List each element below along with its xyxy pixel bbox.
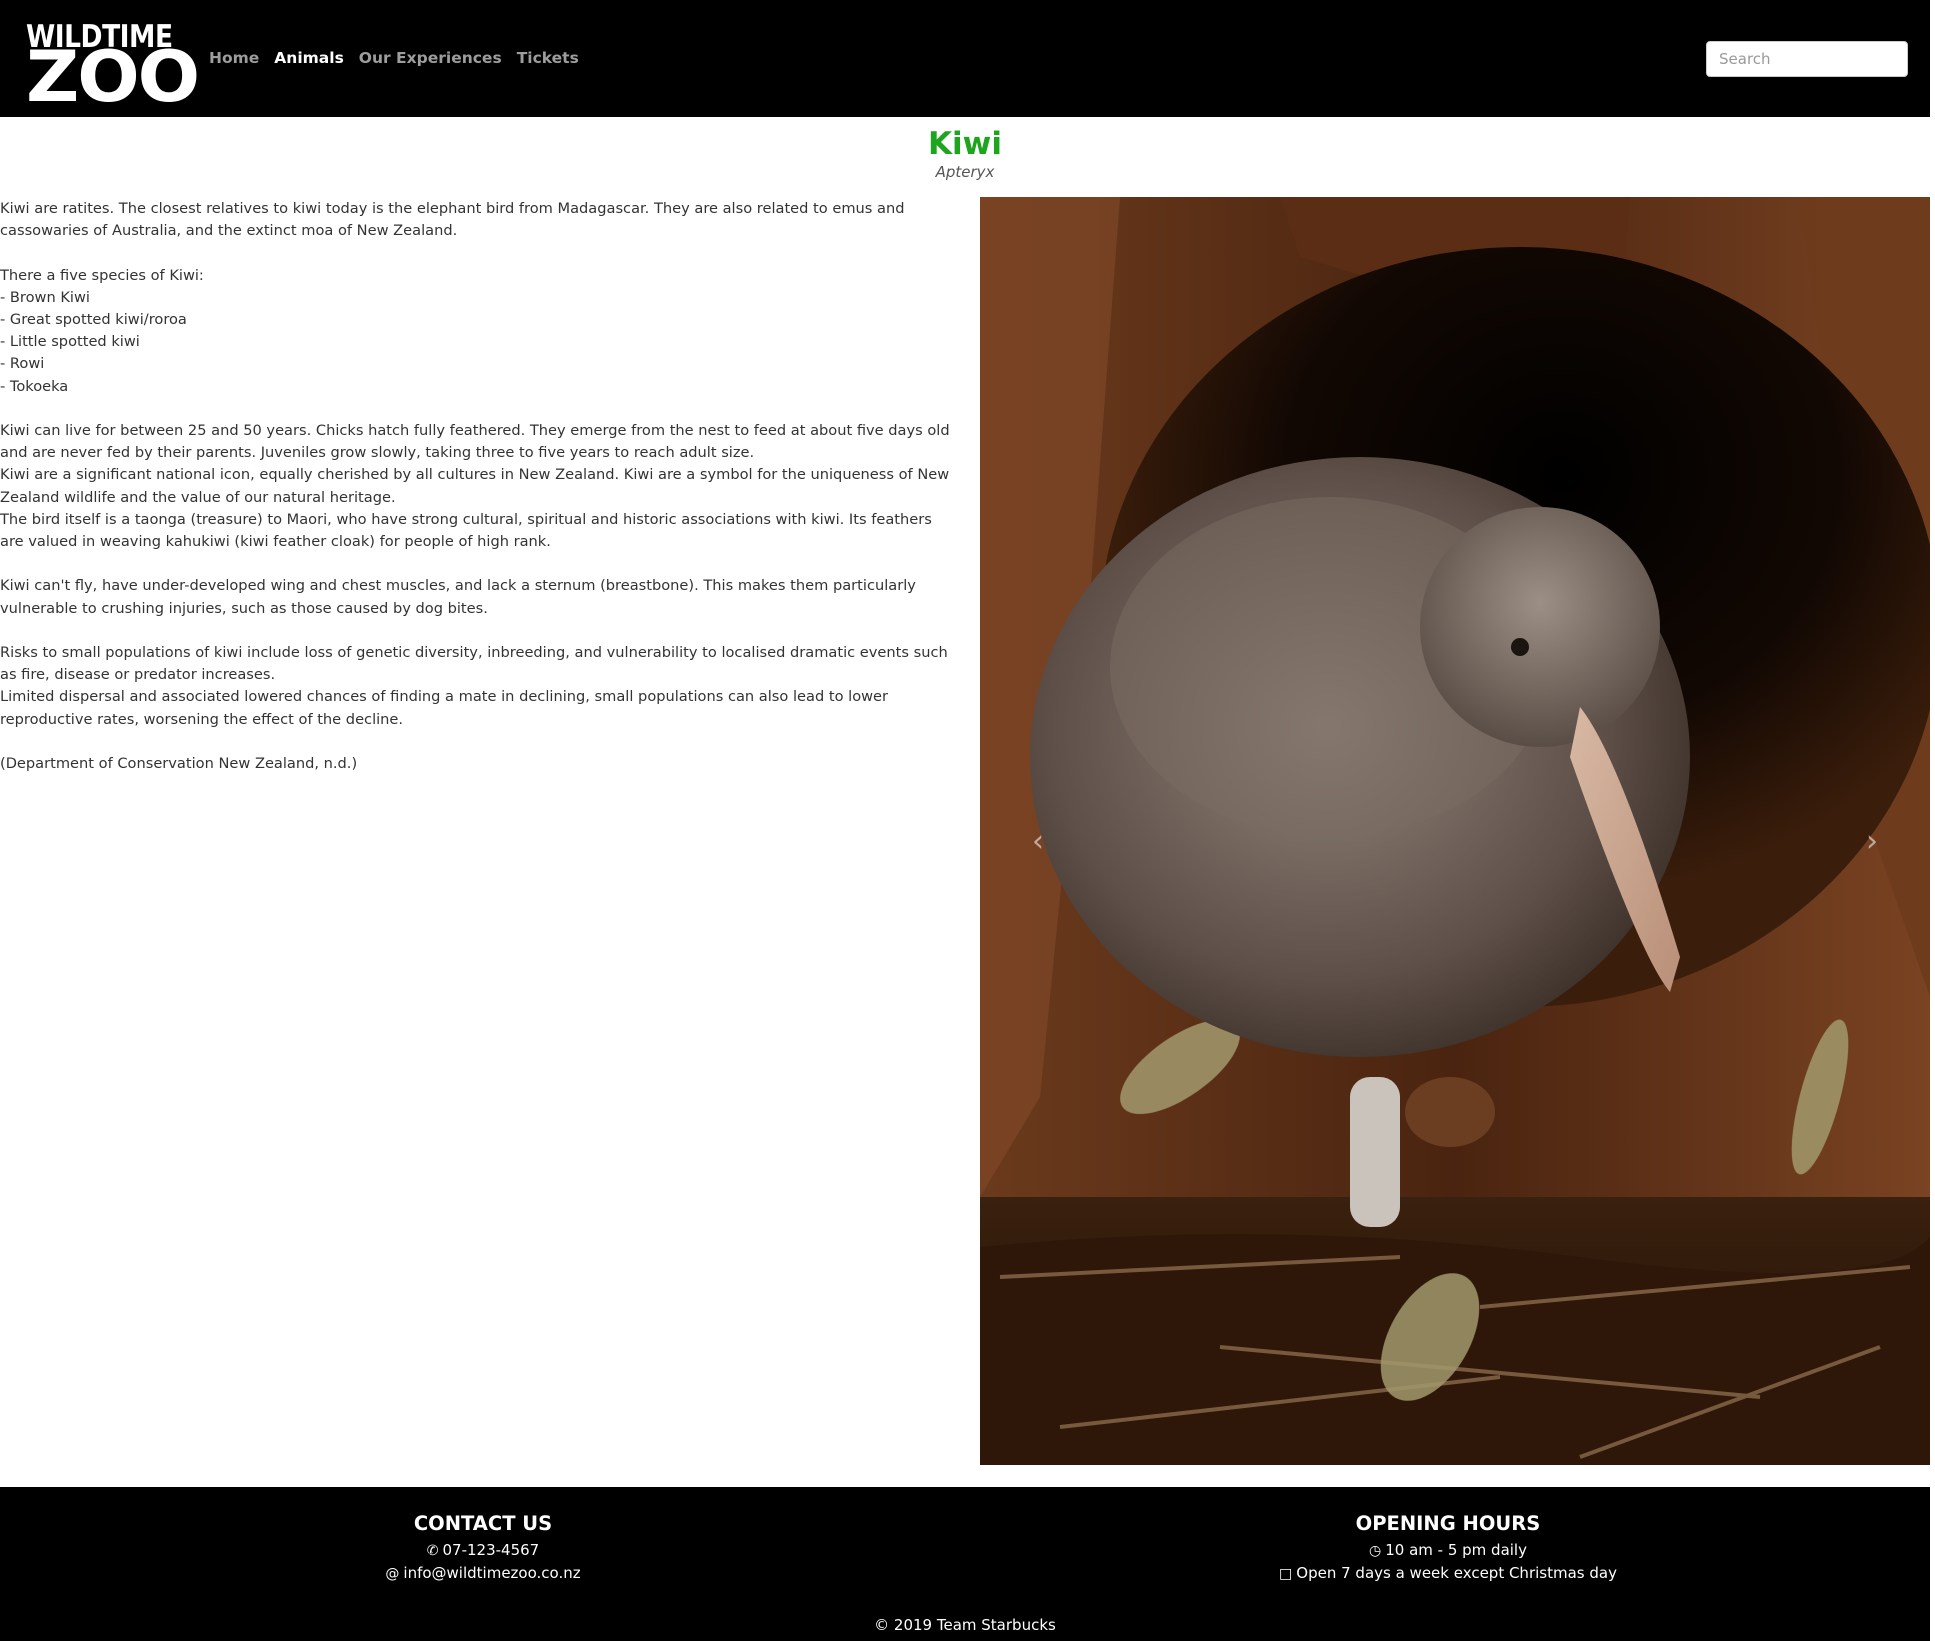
species-item: - Rowi bbox=[0, 355, 45, 373]
days-line: □ Open 7 days a week except Christmas day bbox=[1198, 1562, 1698, 1585]
phone-icon: ✆ bbox=[426, 1543, 439, 1559]
search-input[interactable] bbox=[1706, 41, 1908, 77]
animal-image-carousel[interactable]: ‹ › bbox=[980, 197, 1930, 1465]
navbar: WILDTIME ZOO Home Animals Our Experience… bbox=[0, 0, 1930, 117]
copyright: © 2019 Team Starbucks bbox=[874, 1616, 1056, 1634]
flight-paragraph: Kiwi can't fly, have under-developed win… bbox=[0, 577, 916, 617]
opening-hours-heading: OPENING HOURS bbox=[1355, 1512, 1541, 1535]
hours-text: 10 am - 5 pm daily bbox=[1385, 1541, 1527, 1559]
footer: CONTACT US ✆ 07-123-4567 @ info@wildtimezo… bbox=[0, 1487, 1930, 1641]
opening-hours-section: OPENING HOURS ◷ 10 am - 5 pm daily □ Open … bbox=[1198, 1509, 1698, 1585]
species-item: - Tokoeka bbox=[0, 377, 69, 395]
phone-number[interactable]: 07-123-4567 bbox=[443, 1541, 540, 1559]
species-item: - Brown Kiwi bbox=[0, 288, 90, 306]
main-nav: Home Animals Our Experiences Tickets bbox=[209, 49, 579, 67]
clock-icon: ◷ bbox=[1369, 1543, 1382, 1559]
at-icon: @ bbox=[385, 1566, 400, 1582]
species-item: - Little spotted kiwi bbox=[0, 333, 140, 351]
carousel-prev-button[interactable]: ‹ bbox=[1018, 817, 1058, 867]
intro-paragraph: Kiwi are ratites. The closest relatives … bbox=[0, 200, 905, 240]
life-paragraph: Kiwi can live for between 25 and 50 year… bbox=[0, 422, 950, 462]
species-item: - Great spotted kiwi/roroa bbox=[0, 311, 187, 328]
scientific-name: Apteryx bbox=[935, 163, 995, 181]
phone-line: ✆ 07-123-4567 bbox=[233, 1539, 733, 1562]
chevron-right-icon: › bbox=[1866, 824, 1878, 859]
nav-animals[interactable]: Animals bbox=[274, 49, 344, 67]
contact-section: CONTACT US ✆ 07-123-4567 @ info@wildtimezo… bbox=[233, 1509, 733, 1585]
animal-description: Kiwi are ratites. The closest relatives … bbox=[0, 198, 960, 775]
taonga-paragraph: The bird itself is a taonga (treasure) t… bbox=[0, 510, 932, 551]
dispersal-paragraph: Limited dispersal and associated lowered… bbox=[0, 688, 889, 728]
days-text: Open 7 days a week except Christmas day bbox=[1296, 1564, 1617, 1582]
icon-paragraph: Kiwi are a significant national icon, eq… bbox=[0, 466, 950, 506]
hours-line: ◷ 10 am - 5 pm daily bbox=[1198, 1539, 1698, 1562]
email-address[interactable]: info@wildtimezoo.co.nz bbox=[403, 1564, 580, 1582]
source-citation: (Department of Conservation New Zealand,… bbox=[0, 755, 358, 772]
email-line: @ info@wildtimezoo.co.nz bbox=[233, 1562, 733, 1585]
carousel-next-button[interactable]: › bbox=[1852, 817, 1892, 867]
nav-home[interactable]: Home bbox=[209, 49, 259, 67]
logo-line2: ZOO bbox=[26, 36, 200, 118]
contact-heading: CONTACT US bbox=[413, 1512, 553, 1535]
risks-paragraph: Risks to small populations of kiwi inclu… bbox=[0, 644, 948, 684]
species-heading: There a five species of Kiwi: bbox=[0, 266, 204, 284]
chevron-left-icon: ‹ bbox=[1032, 824, 1044, 859]
nav-tickets[interactable]: Tickets bbox=[517, 49, 579, 67]
kiwi-photo bbox=[980, 197, 1930, 1465]
wildtime-zoo-logo[interactable]: WILDTIME ZOO bbox=[26, 22, 200, 113]
nav-our-experiences[interactable]: Our Experiences bbox=[359, 49, 502, 67]
calendar-icon: □ bbox=[1279, 1566, 1293, 1582]
animal-name: Kiwi bbox=[928, 126, 1002, 162]
